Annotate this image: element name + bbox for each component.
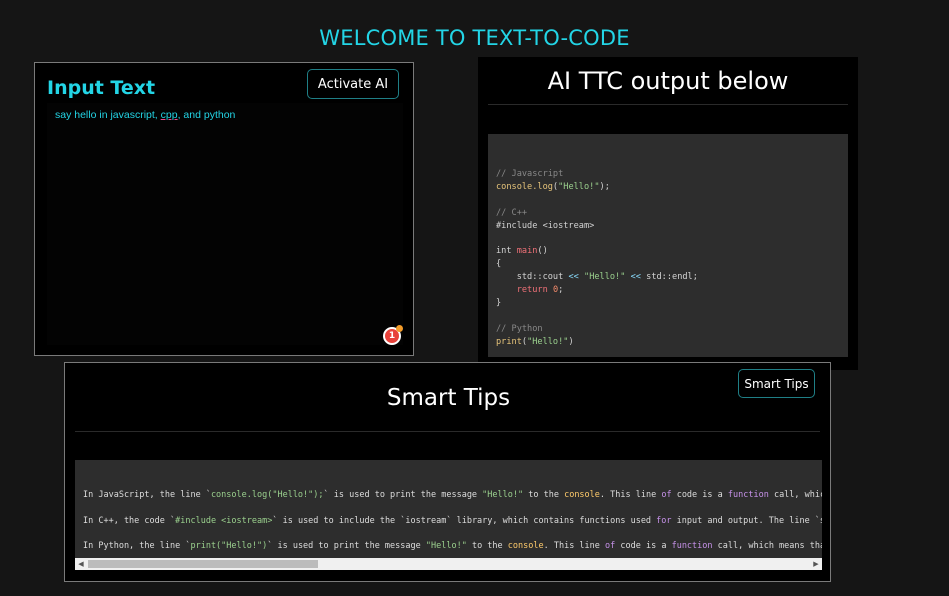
tip-text: call, which means that it calls a <box>717 541 822 551</box>
code-comment-cpp: // C++ <box>496 207 528 218</box>
scroll-right-arrow-icon[interactable]: ▶ <box>810 558 822 570</box>
smart-tips-panel: Smart Tips Smart Tips In JavaScript, the… <box>64 362 831 582</box>
tip-text: . This line <box>543 541 606 551</box>
output-panel: AI TTC output below // Javascript consol… <box>478 57 858 370</box>
page-title: WELCOME TO TEXT-TO-CODE <box>319 26 630 50</box>
grammarly-count: 1 <box>388 331 396 341</box>
tip-keyword: function <box>671 541 713 551</box>
code-cpp-endl: std::endl <box>646 272 693 283</box>
tip-text: to the <box>466 541 508 551</box>
tip-text: In C++, the code ` <box>83 515 176 526</box>
tip-text: call, which means that <box>773 490 822 500</box>
code-cpp-return: return <box>516 285 548 296</box>
divider <box>75 431 820 432</box>
tip-object: console <box>507 541 544 551</box>
input-text-end: , and python <box>177 109 236 121</box>
code-js-fn: console.log <box>496 181 553 192</box>
tip-text: ` is used to print the message <box>323 490 483 500</box>
input-textarea[interactable]: say hello in javascript, cpp, and python <box>47 103 403 345</box>
tips-text: In JavaScript, the line `console.log("He… <box>83 483 822 560</box>
tip-keyword: for <box>656 515 672 526</box>
code-cpp-op2: << <box>630 272 641 283</box>
code-cpp-int: int <box>496 246 512 257</box>
code-cpp-op: << <box>568 272 579 283</box>
tip-text: In Python, the line ` <box>83 541 191 551</box>
misspelled-word[interactable]: cpp <box>161 109 178 121</box>
tip-text: In JavaScript, the line ` <box>83 490 211 500</box>
code-py-str: "Hello!" <box>527 336 569 347</box>
tip-text: ` is used to print the message <box>267 541 426 551</box>
input-heading: Input Text <box>47 77 156 99</box>
code-py-fn: print <box>496 336 522 347</box>
tip-text: . This line <box>599 490 662 500</box>
scroll-left-arrow-icon[interactable]: ◀ <box>75 558 87 570</box>
code-comment-js: // Javascript <box>496 169 564 179</box>
code-comment-py: // Python <box>496 323 543 334</box>
tip-object: console <box>564 490 600 500</box>
tip-string: "Hello!" <box>482 490 524 500</box>
smart-tips-button[interactable]: Smart Tips <box>738 369 815 398</box>
output-heading: AI TTC output below <box>547 67 789 95</box>
input-text: say hello in javascript, <box>55 109 161 121</box>
code-cpp-cout: std::cout <box>516 272 564 283</box>
tip-text: to the <box>523 490 565 500</box>
tip-keyword: of <box>661 490 672 500</box>
code-output[interactable]: // Javascript console.log("Hello!"); // … <box>488 134 848 357</box>
tip-text: ` is used to include the `iostream` libr… <box>272 515 657 526</box>
tip-text: code is a <box>671 490 728 500</box>
activate-ai-button[interactable]: Activate AI <box>307 69 399 99</box>
code-cpp-include: #include <iostream> <box>496 220 595 231</box>
code-cpp-str: "Hello!" <box>584 272 626 283</box>
scroll-thumb[interactable] <box>88 560 318 568</box>
code-cpp-zero: 0 <box>552 285 559 296</box>
tip-text: input and output. The line `std::cout << <box>676 515 822 526</box>
tip-keyword: function <box>727 490 769 500</box>
tip-code: print("Hello!") <box>190 541 268 551</box>
code-cpp-main: main <box>516 246 538 257</box>
tip-string: "Hello!" <box>425 541 467 551</box>
tip-keyword: of <box>605 541 616 551</box>
tip-code: #include <iostream> <box>175 515 273 526</box>
tips-output[interactable]: In JavaScript, the line `console.log("He… <box>75 460 822 570</box>
grammarly-badge-dot <box>396 325 403 332</box>
input-panel: Input Text Activate AI say hello in java… <box>34 62 414 356</box>
divider <box>488 104 848 105</box>
tips-heading: Smart Tips <box>386 385 511 411</box>
code-js-str: "Hello!" <box>558 181 600 192</box>
horizontal-scrollbar[interactable]: ◀ ▶ <box>75 558 822 570</box>
grammarly-icon[interactable]: 1 <box>383 325 403 345</box>
tip-text: code is a <box>615 541 672 551</box>
tip-code: console.log("Hello!"); <box>210 490 324 500</box>
